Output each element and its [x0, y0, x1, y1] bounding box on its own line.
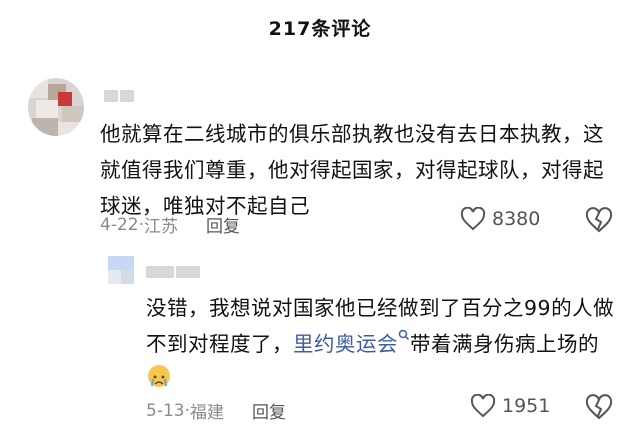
- like-count: 1951: [502, 395, 551, 417]
- avatar[interactable]: [28, 78, 84, 136]
- search-link[interactable]: 里约奥运会: [293, 332, 398, 356]
- comment-meta: 4-22 · 江苏 回复: [100, 212, 240, 238]
- like-count: 8380: [492, 208, 541, 230]
- reply-username[interactable]: [146, 266, 200, 278]
- reply-date: 5-13: [146, 400, 185, 421]
- search-icon[interactable]: [398, 329, 410, 343]
- heart-outline-icon: [470, 394, 496, 418]
- reply-text: 没错，我想说对国家他已经做到了百分之99的人做不到对程度了，里约奥运会 带着满身伤…: [146, 290, 616, 398]
- reply-button[interactable]: 回复: [206, 212, 240, 237]
- reply-button[interactable]: 回复: [252, 398, 286, 423]
- reply-avatar[interactable]: [108, 256, 134, 284]
- reply-meta: 5-13 · 福建 回复: [146, 398, 286, 424]
- comments-count-title: 217条评论: [268, 18, 372, 40]
- broken-heart-icon[interactable]: [585, 394, 613, 420]
- like-button[interactable]: 8380: [460, 207, 540, 231]
- crying-face-emoji: [148, 365, 170, 387]
- comment-date: 4-22: [100, 214, 139, 235]
- heart-outline-icon: [460, 207, 486, 231]
- comment-location: 江苏: [144, 217, 178, 237]
- broken-heart-icon[interactable]: [585, 207, 613, 233]
- like-button[interactable]: 1951: [470, 394, 550, 418]
- username[interactable]: [104, 90, 134, 102]
- reply-location: 福建: [190, 403, 224, 423]
- comment-text: 他就算在二线城市的俱乐部执教也没有去日本执教，这就值得我们尊重，他对得起国家，对…: [100, 122, 604, 218]
